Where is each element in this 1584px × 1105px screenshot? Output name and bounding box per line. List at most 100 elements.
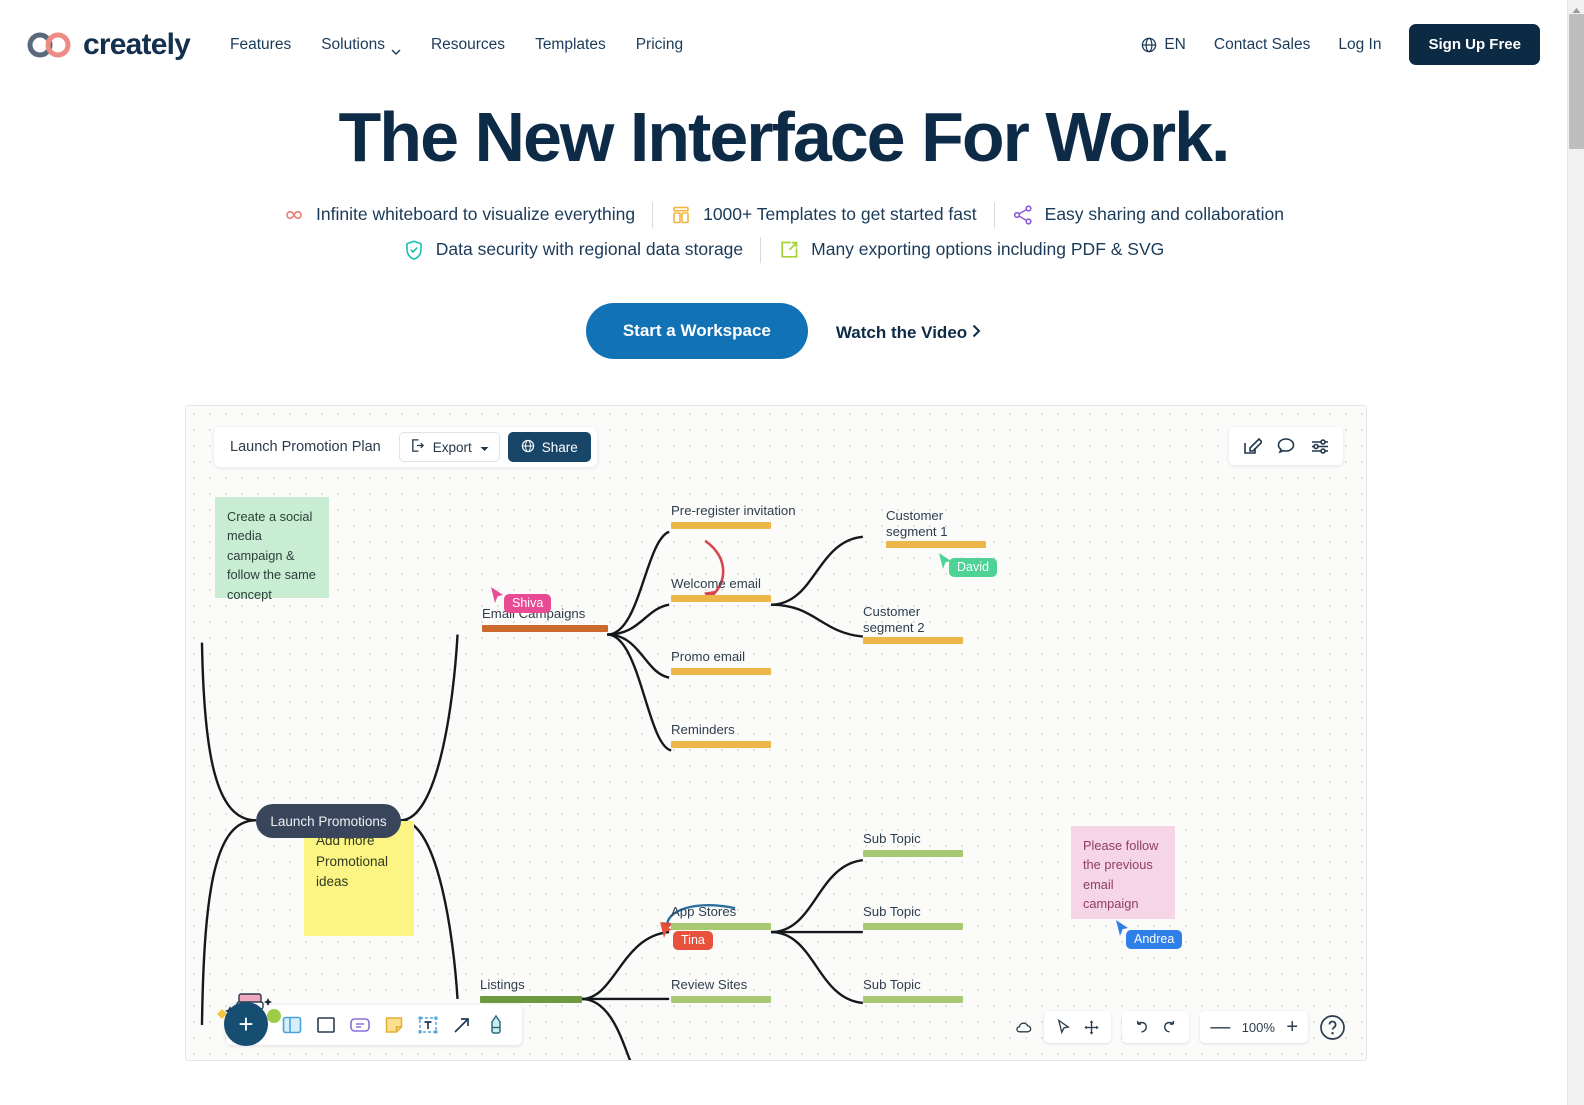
share-label: Share: [541, 439, 578, 455]
scrollbar-thumb[interactable]: [1569, 14, 1584, 149]
cta-row: Start a Workspace Watch the Video: [0, 302, 1567, 359]
rectangle-icon[interactable]: [314, 1013, 338, 1037]
log-in-link[interactable]: Log In: [1338, 36, 1381, 54]
language-label: EN: [1164, 35, 1186, 53]
node-label: Customer segment 2: [863, 604, 925, 636]
node-bar: [671, 996, 771, 1004]
mindmap-node-customer-segment-2[interactable]: Customer segment 2: [863, 604, 963, 645]
sticky-note-pink[interactable]: Please follow the previous email campaig…: [1071, 826, 1175, 919]
node-bar: [863, 637, 963, 645]
nav-item-features[interactable]: Features: [230, 36, 291, 54]
card-icon[interactable]: [348, 1013, 372, 1037]
collaborator-badge-andrea: Andrea: [1126, 930, 1183, 949]
text-icon[interactable]: [416, 1013, 440, 1037]
node-label: Reminders: [671, 722, 735, 737]
feature-exporting: Many exporting options including PDF & S…: [761, 239, 1181, 261]
pointer-tools-group: [1044, 1011, 1112, 1043]
zoom-out-button[interactable]: —: [1210, 1017, 1230, 1037]
nav-item-pricing[interactable]: Pricing: [636, 36, 683, 54]
collaborator-badge-shiva: Shiva: [504, 594, 552, 613]
feature-sharing: Easy sharing and collaboration: [995, 204, 1301, 226]
caret-down-icon: [480, 440, 489, 455]
nav-item-resources[interactable]: Resources: [431, 36, 505, 54]
zoom-level-label: 100%: [1241, 1019, 1275, 1035]
infinity-icon: [283, 204, 305, 226]
node-label: Pre-register invitation: [671, 503, 796, 518]
start-workspace-button[interactable]: Start a Workspace: [585, 302, 808, 359]
sign-up-free-button[interactable]: Sign Up Free: [1409, 24, 1540, 65]
mindmap-node-sub-topic-1[interactable]: Sub Topic: [863, 831, 963, 858]
settings-sliders-icon[interactable]: [1310, 436, 1330, 456]
chevron-right-icon: [971, 323, 981, 343]
canvas-tools-right: [1229, 427, 1343, 465]
mindmap-node-review-sites[interactable]: Review Sites: [671, 977, 771, 1004]
creately-infinity-logo-icon: [27, 32, 73, 58]
node-bar: [671, 522, 771, 530]
arrow-icon[interactable]: [450, 1013, 474, 1037]
pointer-select-icon[interactable]: [1054, 1018, 1073, 1037]
export-box-icon: [778, 239, 800, 261]
sticky-note-green[interactable]: Create a social media campaign & follow …: [215, 497, 329, 602]
creately-logo[interactable]: creately: [27, 28, 191, 62]
history-group: [1122, 1011, 1190, 1043]
redo-icon[interactable]: [1160, 1018, 1179, 1037]
zoom-in-button[interactable]: +: [1286, 1017, 1298, 1037]
nav-item-solutions[interactable]: Solutions: [321, 36, 401, 55]
export-button[interactable]: Export: [398, 432, 500, 462]
cursor-pointer-icon: [659, 921, 674, 939]
globe-icon: [1141, 37, 1157, 53]
feature-row-2: Data security with regional data storage…: [0, 236, 1567, 263]
collaborator-badge-tina: Tina: [673, 931, 713, 950]
mindmap-node-customer-segment-1[interactable]: Customer segment 1: [886, 508, 986, 549]
sticky-note-icon[interactable]: [382, 1013, 406, 1037]
feature-text: Easy sharing and collaboration: [1044, 204, 1284, 225]
mindmap-node-app-stores[interactable]: App Stores: [671, 904, 771, 931]
feature-data-security: Data security with regional data storage: [386, 239, 760, 261]
undo-icon[interactable]: [1132, 1018, 1151, 1037]
pan-move-icon[interactable]: [1082, 1018, 1101, 1037]
scroll-up-arrow-icon[interactable]: [1571, 2, 1582, 13]
feature-templates: 1000+ Templates to get started fast: [653, 204, 994, 226]
watch-video-link[interactable]: Watch the Video: [836, 323, 981, 343]
highlighter-icon[interactable]: [484, 1013, 508, 1037]
page-title: The New Interface For Work.: [338, 98, 1231, 176]
cursor-pointer-icon: [490, 586, 505, 604]
feature-text: Infinite whiteboard to visualize everyth…: [316, 204, 636, 225]
node-bar: [671, 741, 771, 749]
mindmap-node-pre-register-invitation[interactable]: Pre-register invitation: [671, 503, 796, 530]
mindmap-root-node[interactable]: Launch Promotions: [256, 804, 401, 838]
node-label: Promo email: [671, 649, 746, 664]
templates-icon: [670, 204, 692, 226]
mindmap-node-reminders[interactable]: Reminders: [671, 722, 771, 749]
mindmap-node-promo-email[interactable]: Promo email: [671, 649, 771, 676]
document-title[interactable]: Launch Promotion Plan: [214, 439, 399, 455]
node-bar: [480, 996, 582, 1004]
add-element-button[interactable]: +: [224, 1002, 268, 1046]
feature-infinite-whiteboard: Infinite whiteboard to visualize everyth…: [266, 204, 652, 226]
chevron-down-icon: [391, 42, 401, 55]
mindmap-node-listings[interactable]: Listings: [480, 977, 582, 1004]
node-bar: [482, 625, 608, 633]
node-label: Sub Topic: [863, 831, 921, 846]
help-question-icon[interactable]: [1319, 1014, 1346, 1041]
node-bar: [671, 923, 771, 931]
node-label: Listings: [480, 977, 525, 992]
shield-check-icon: [403, 239, 425, 261]
node-label: Review Sites: [671, 977, 748, 992]
feature-row-1: Infinite whiteboard to visualize everyth…: [0, 201, 1567, 228]
whiteboard-canvas[interactable]: Launch Promotion Plan Export Share Creat…: [185, 405, 1367, 1061]
mindmap-node-sub-topic-2[interactable]: Sub Topic: [863, 904, 963, 931]
comment-bubble-icon[interactable]: [1276, 436, 1296, 456]
cloud-saved-icon[interactable]: [1014, 1018, 1033, 1037]
page-scrollbar[interactable]: [1567, 0, 1584, 1105]
mindmap-node-welcome-email[interactable]: Welcome email: [671, 576, 771, 603]
node-bar: [671, 595, 771, 603]
share-button[interactable]: Share: [507, 432, 591, 462]
mindmap-node-sub-topic-3[interactable]: Sub Topic: [863, 977, 963, 1004]
nav-item-templates[interactable]: Templates: [535, 36, 606, 54]
contact-sales-link[interactable]: Contact Sales: [1214, 36, 1311, 54]
language-switcher[interactable]: EN: [1141, 36, 1186, 54]
sticky-note-yellow[interactable]: Add more Promotional ideas: [304, 821, 414, 936]
feature-text: Data security with regional data storage: [435, 239, 744, 260]
edit-pencil-icon[interactable]: [1242, 436, 1264, 456]
